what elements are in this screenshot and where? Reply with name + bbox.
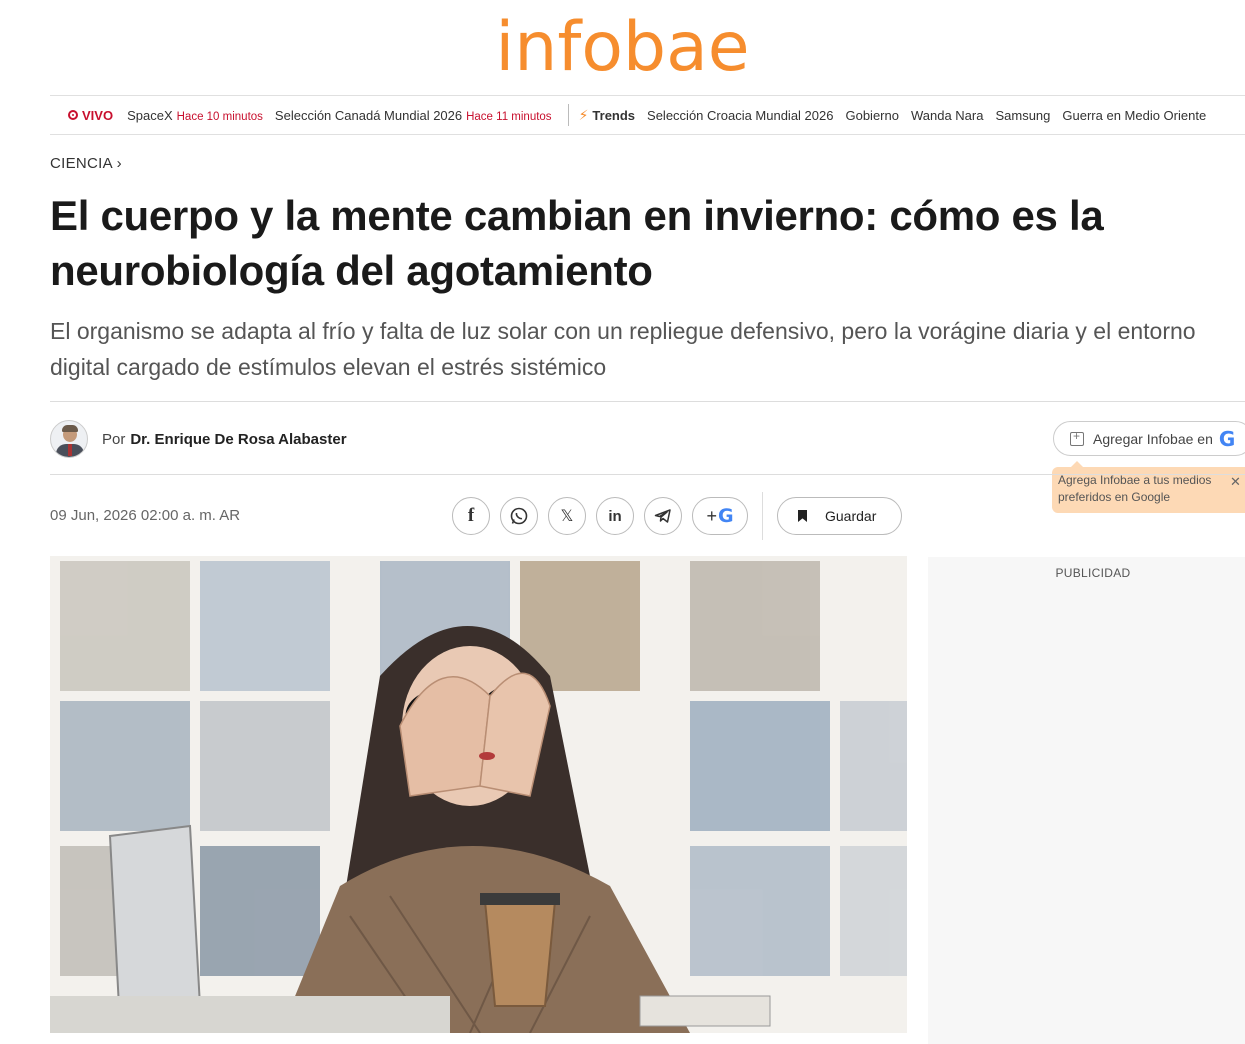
bookmark-icon <box>798 510 807 522</box>
share-bar: f 𝕏 in + G <box>452 497 748 535</box>
add-infobae-google-button[interactable]: Agregar Infobae en G <box>1053 421 1245 456</box>
google-icon: G <box>717 505 734 527</box>
section-label: CIENCIA <box>50 155 113 172</box>
trend-item[interactable]: Gobierno <box>845 108 898 123</box>
infobae-logo[interactable]: infobae <box>0 10 1245 86</box>
x-icon[interactable]: 𝕏 <box>548 497 586 535</box>
trend-item[interactable]: Samsung <box>995 108 1050 123</box>
live-item-canada[interactable]: Selección Canadá Mundial 2026 Hace 11 min… <box>275 108 552 123</box>
telegram-icon[interactable] <box>644 497 682 535</box>
divider <box>50 401 1245 402</box>
trend-item[interactable]: Wanda Nara <box>911 108 984 123</box>
trends-label-text: Trends <box>592 107 636 123</box>
save-label: Guardar <box>825 508 877 524</box>
author-byline: Por Dr. Enrique De Rosa Alabaster <box>50 420 347 458</box>
live-item-label: Selección Canadá Mundial 2026 <box>274 107 463 123</box>
ad-label: PUBLICIDAD <box>1055 566 1131 580</box>
add-source-icon <box>1070 429 1084 446</box>
close-icon[interactable]: ✕ <box>1230 474 1241 490</box>
trend-item[interactable]: Selección Croacia Mundial 2026 <box>647 108 833 123</box>
save-button[interactable]: Guardar <box>777 497 902 535</box>
trends-label: ⚡ Trends <box>579 107 635 124</box>
hero-illustration <box>50 556 907 1033</box>
bolt-icon: ⚡ <box>578 106 589 123</box>
article-subtitle: El organismo se adapta al frío y falta d… <box>50 318 1196 380</box>
ticker-divider <box>567 104 569 126</box>
linkedin-icon[interactable]: in <box>596 497 634 535</box>
article-title: El cuerpo y la mente cambian en invierno… <box>50 192 1104 294</box>
publish-date: 09 Jun, 2026 02:00 a. m. AR <box>50 507 241 524</box>
facebook-icon[interactable]: f <box>452 497 490 535</box>
plus-icon: + <box>706 505 717 526</box>
trend-item[interactable]: Guerra en Medio Oriente <box>1062 108 1206 123</box>
live-item-time: Hace 10 minutos <box>176 110 263 123</box>
ad-slot <box>928 557 1245 1044</box>
live-badge[interactable]: VIVO <box>68 108 113 123</box>
section-breadcrumb[interactable]: CIENCIA › <box>50 155 122 172</box>
add-google-label: Agregar Infobae en <box>1093 430 1213 447</box>
author-avatar[interactable] <box>50 420 88 458</box>
google-add-icon[interactable]: + G <box>692 497 748 535</box>
divider <box>50 474 1245 475</box>
author-name[interactable]: Dr. Enrique De Rosa Alabaster <box>130 431 346 448</box>
logo-text: infobae <box>495 8 750 87</box>
live-item-label: SpaceX <box>127 107 173 123</box>
google-icon: G <box>1218 426 1236 451</box>
ticker-bar: VIVO SpaceX Hace 10 minutos Selección Can… <box>50 95 1245 135</box>
live-item-time: Hace 11 minutos <box>466 110 552 123</box>
share-divider <box>762 492 763 540</box>
live-item-spacex[interactable]: SpaceX Hace 10 minutos <box>127 108 263 123</box>
whatsapp-icon[interactable] <box>500 497 538 535</box>
live-dot-icon <box>68 110 78 120</box>
chevron-right-icon: › <box>116 155 122 172</box>
live-label: VIVO <box>82 107 114 123</box>
author-prefix: Por <box>102 430 126 448</box>
